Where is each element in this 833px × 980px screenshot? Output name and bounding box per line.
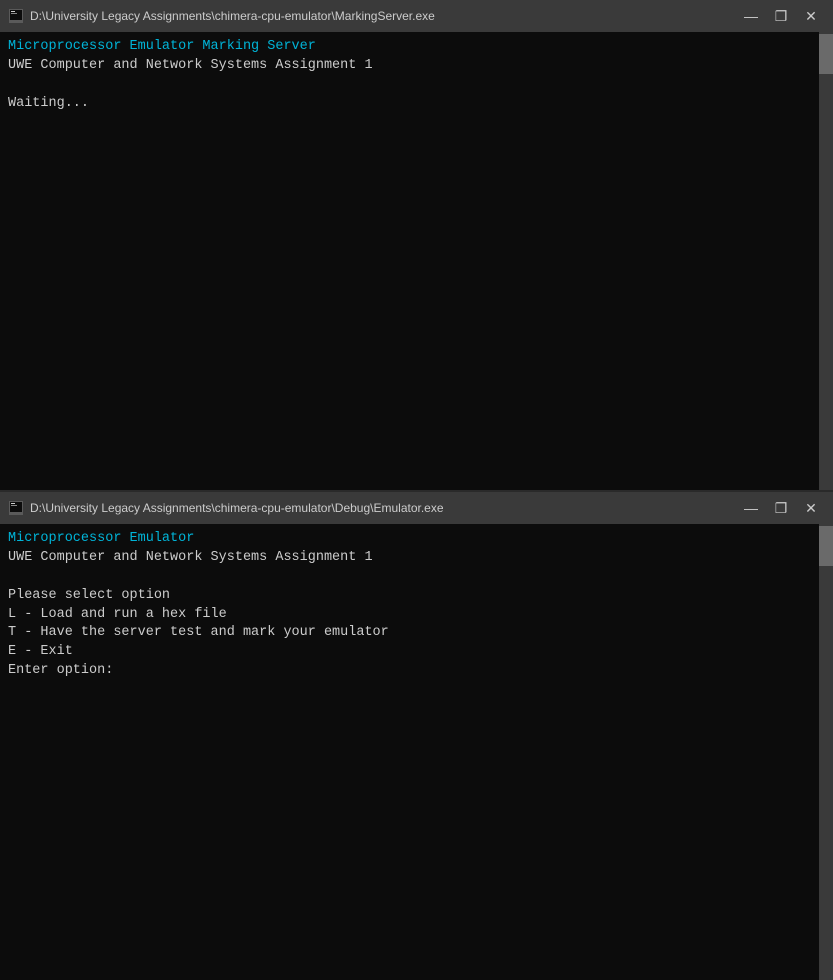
bottom-close-button[interactable]: ✕	[797, 497, 825, 519]
bottom-line1: Microprocessor Emulator	[8, 531, 194, 546]
bottom-title-bar-left: D:\University Legacy Assignments\chimera…	[8, 500, 444, 516]
top-title-bar: D:\University Legacy Assignments\chimera…	[0, 0, 833, 32]
top-window-controls: — ❐ ✕	[737, 5, 825, 27]
top-close-button[interactable]: ✕	[797, 5, 825, 27]
top-scrollbar-track[interactable]	[819, 32, 833, 490]
bottom-window-controls: — ❐ ✕	[737, 497, 825, 519]
top-console-icon	[8, 8, 24, 24]
top-line2: UWE Computer and Network Systems Assignm…	[8, 58, 373, 73]
bottom-minimize-button[interactable]: —	[737, 497, 765, 519]
top-restore-button[interactable]: ❐	[767, 5, 795, 27]
top-console-window: D:\University Legacy Assignments\chimera…	[0, 0, 833, 490]
bottom-restore-button[interactable]: ❐	[767, 497, 795, 519]
bottom-scrollbar-thumb[interactable]	[819, 526, 833, 566]
bottom-line7: E - Exit	[8, 644, 73, 659]
bottom-line2: UWE Computer and Network Systems Assignm…	[8, 550, 373, 565]
bottom-console-icon	[8, 500, 24, 516]
bottom-line8: Enter option:	[8, 663, 113, 678]
bottom-line5: L - Load and run a hex file	[8, 607, 227, 622]
bottom-title-text: D:\University Legacy Assignments\chimera…	[30, 501, 444, 515]
top-scrollbar-thumb[interactable]	[819, 34, 833, 74]
bottom-console-text: Microprocessor Emulator UWE Computer and…	[8, 530, 825, 681]
bottom-console-body: Microprocessor Emulator UWE Computer and…	[0, 524, 833, 980]
top-title-text: D:\University Legacy Assignments\chimera…	[30, 9, 435, 23]
bottom-line4: Please select option	[8, 588, 170, 603]
bottom-scrollbar-track[interactable]	[819, 524, 833, 980]
top-console-body: Microprocessor Emulator Marking Server U…	[0, 32, 833, 490]
top-minimize-button[interactable]: —	[737, 5, 765, 27]
top-title-bar-left: D:\University Legacy Assignments\chimera…	[8, 8, 435, 24]
bottom-console-window: D:\University Legacy Assignments\chimera…	[0, 492, 833, 980]
top-line1: Microprocessor Emulator Marking Server	[8, 39, 316, 54]
top-console-text: Microprocessor Emulator Marking Server U…	[8, 38, 825, 114]
top-line4: Waiting...	[8, 96, 89, 111]
bottom-line6: T - Have the server test and mark your e…	[8, 625, 389, 640]
bottom-title-bar: D:\University Legacy Assignments\chimera…	[0, 492, 833, 524]
